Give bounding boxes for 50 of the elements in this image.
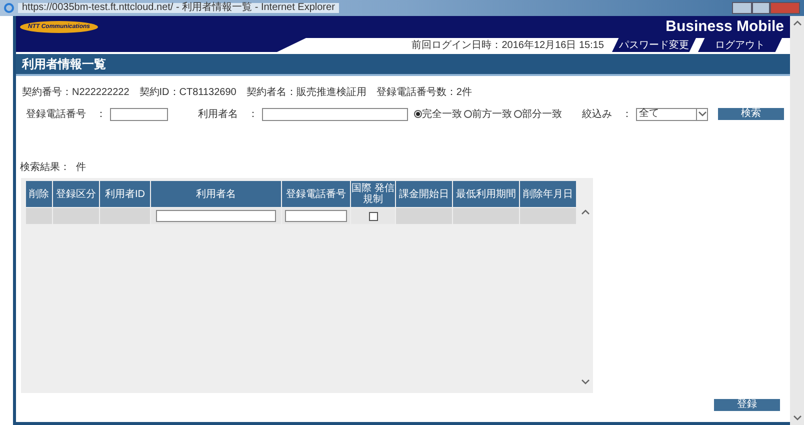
checkbox[interactable] xyxy=(368,212,378,220)
column-header: 利用者ID xyxy=(100,181,150,207)
browser-icon xyxy=(4,3,14,13)
table-cell xyxy=(26,208,52,224)
nav-tab[interactable]: パスワード変更 xyxy=(612,38,696,52)
radio-label: 部分一致 xyxy=(522,108,562,122)
table-input-field[interactable] xyxy=(156,210,276,222)
column-header: 登録区分 xyxy=(53,181,99,207)
radio-label: 前方一致 xyxy=(472,108,512,122)
brand-name: Business Mobile xyxy=(666,16,784,37)
maximize-button[interactable] xyxy=(752,2,770,14)
radio-button[interactable] xyxy=(464,110,472,118)
table-cell xyxy=(453,208,519,224)
scroll-down-icon[interactable] xyxy=(580,379,590,385)
page-scrollbar[interactable] xyxy=(790,16,804,425)
field-label: 利用者名 ： xyxy=(198,108,258,122)
radio-label: 完全一致 xyxy=(422,108,462,122)
results-count: 件 xyxy=(76,161,86,175)
page-title: 利用者情報一覧 xyxy=(22,56,106,73)
scroll-down-icon[interactable] xyxy=(792,415,802,421)
table-cell xyxy=(396,208,452,224)
results-label: 検索結果： xyxy=(20,160,70,175)
filter-dropdown[interactable]: 全て xyxy=(636,108,708,120)
column-header: 削除 xyxy=(26,181,52,207)
scroll-up-icon[interactable] xyxy=(792,20,802,26)
column-header: 国際 発信規制 xyxy=(351,181,395,207)
column-header: 最低利用期間 xyxy=(453,181,519,207)
last-login: 前回ログイン日時：2016年12月16日 15:15 xyxy=(412,38,604,52)
search-button[interactable]: 検索 xyxy=(718,108,784,120)
column-header: 課金開始日 xyxy=(396,181,452,207)
radio-button[interactable] xyxy=(514,110,522,118)
table-input-field[interactable] xyxy=(284,210,348,222)
column-header: 登録電話番号 xyxy=(282,181,350,207)
table-cell xyxy=(520,208,576,224)
dropdown-caret-icon[interactable] xyxy=(698,111,706,117)
table-cell xyxy=(53,208,99,224)
user-name-field[interactable] xyxy=(262,108,408,120)
field-label: 絞込み ： xyxy=(582,108,632,122)
contract-info: 契約番号：N222222222 契約ID：CT81132690 契約者名：販売推進検証用 登録電話番号数：2件 xyxy=(22,87,472,98)
nav-tab[interactable]: ログアウト xyxy=(698,38,782,52)
radio-button[interactable] xyxy=(414,110,422,118)
phone-field[interactable] xyxy=(110,108,168,120)
scroll-up-icon[interactable] xyxy=(580,209,590,215)
column-header: 利用者名 xyxy=(151,181,281,207)
table-cell xyxy=(100,208,150,224)
field-label: 登録電話番号 ： xyxy=(26,108,106,122)
minimize-button[interactable] xyxy=(732,2,752,14)
register-button[interactable]: 登録 xyxy=(714,399,780,411)
window-title: https://0035bm-test.ft.nttcloud.net/ - 利用者情報一覧 - Internet Explorer xyxy=(18,3,339,13)
column-header: 削除年月日 xyxy=(520,181,576,207)
